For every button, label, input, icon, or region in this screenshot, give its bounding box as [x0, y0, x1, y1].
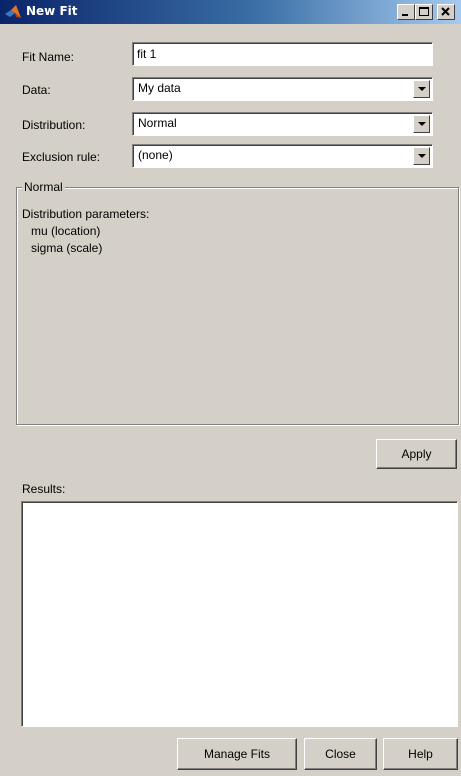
distribution-dropdown-button[interactable] — [413, 115, 430, 133]
distribution-select-value: Normal — [138, 116, 177, 130]
new-fit-window: New Fit Fit Name: Data: My data Distribu — [0, 0, 461, 776]
parameter-item: mu (location) — [31, 224, 101, 238]
data-select-value: My data — [138, 81, 181, 95]
window-title: New Fit — [26, 4, 78, 18]
manage-fits-button[interactable]: Manage Fits — [177, 738, 297, 770]
close-button[interactable]: Close — [304, 738, 377, 770]
data-label: Data: — [22, 83, 51, 97]
apply-button[interactable]: Apply — [376, 439, 457, 469]
distribution-label: Distribution: — [22, 118, 86, 132]
parameters-heading: Distribution parameters: — [22, 207, 150, 221]
fit-name-input[interactable] — [132, 42, 433, 66]
minimize-icon — [402, 14, 408, 16]
exclusion-rule-select[interactable]: (none) — [132, 144, 433, 168]
chevron-down-icon — [418, 154, 426, 158]
maximize-button[interactable] — [415, 4, 433, 20]
distribution-groupbox — [16, 187, 459, 425]
title-bar[interactable]: New Fit — [0, 0, 461, 24]
chevron-down-icon — [418, 87, 426, 91]
results-label: Results: — [22, 482, 66, 496]
distribution-select[interactable]: Normal — [132, 112, 433, 136]
help-button[interactable]: Help — [383, 738, 458, 770]
chevron-down-icon — [418, 122, 426, 126]
fit-name-label: Fit Name: — [22, 50, 75, 64]
parameter-item: sigma (scale) — [31, 241, 103, 255]
data-select[interactable]: My data — [132, 77, 433, 101]
close-icon — [441, 7, 450, 16]
minimize-button[interactable] — [397, 4, 415, 20]
exclusion-rule-label: Exclusion rule: — [22, 150, 101, 164]
matlab-icon — [4, 4, 22, 20]
results-textarea[interactable] — [21, 501, 458, 727]
exclusion-rule-dropdown-button[interactable] — [413, 147, 430, 165]
exclusion-rule-select-value: (none) — [138, 148, 173, 162]
close-window-button[interactable] — [437, 4, 455, 20]
groupbox-title: Normal — [22, 180, 65, 194]
data-dropdown-button[interactable] — [413, 80, 430, 98]
maximize-icon — [419, 7, 429, 16]
